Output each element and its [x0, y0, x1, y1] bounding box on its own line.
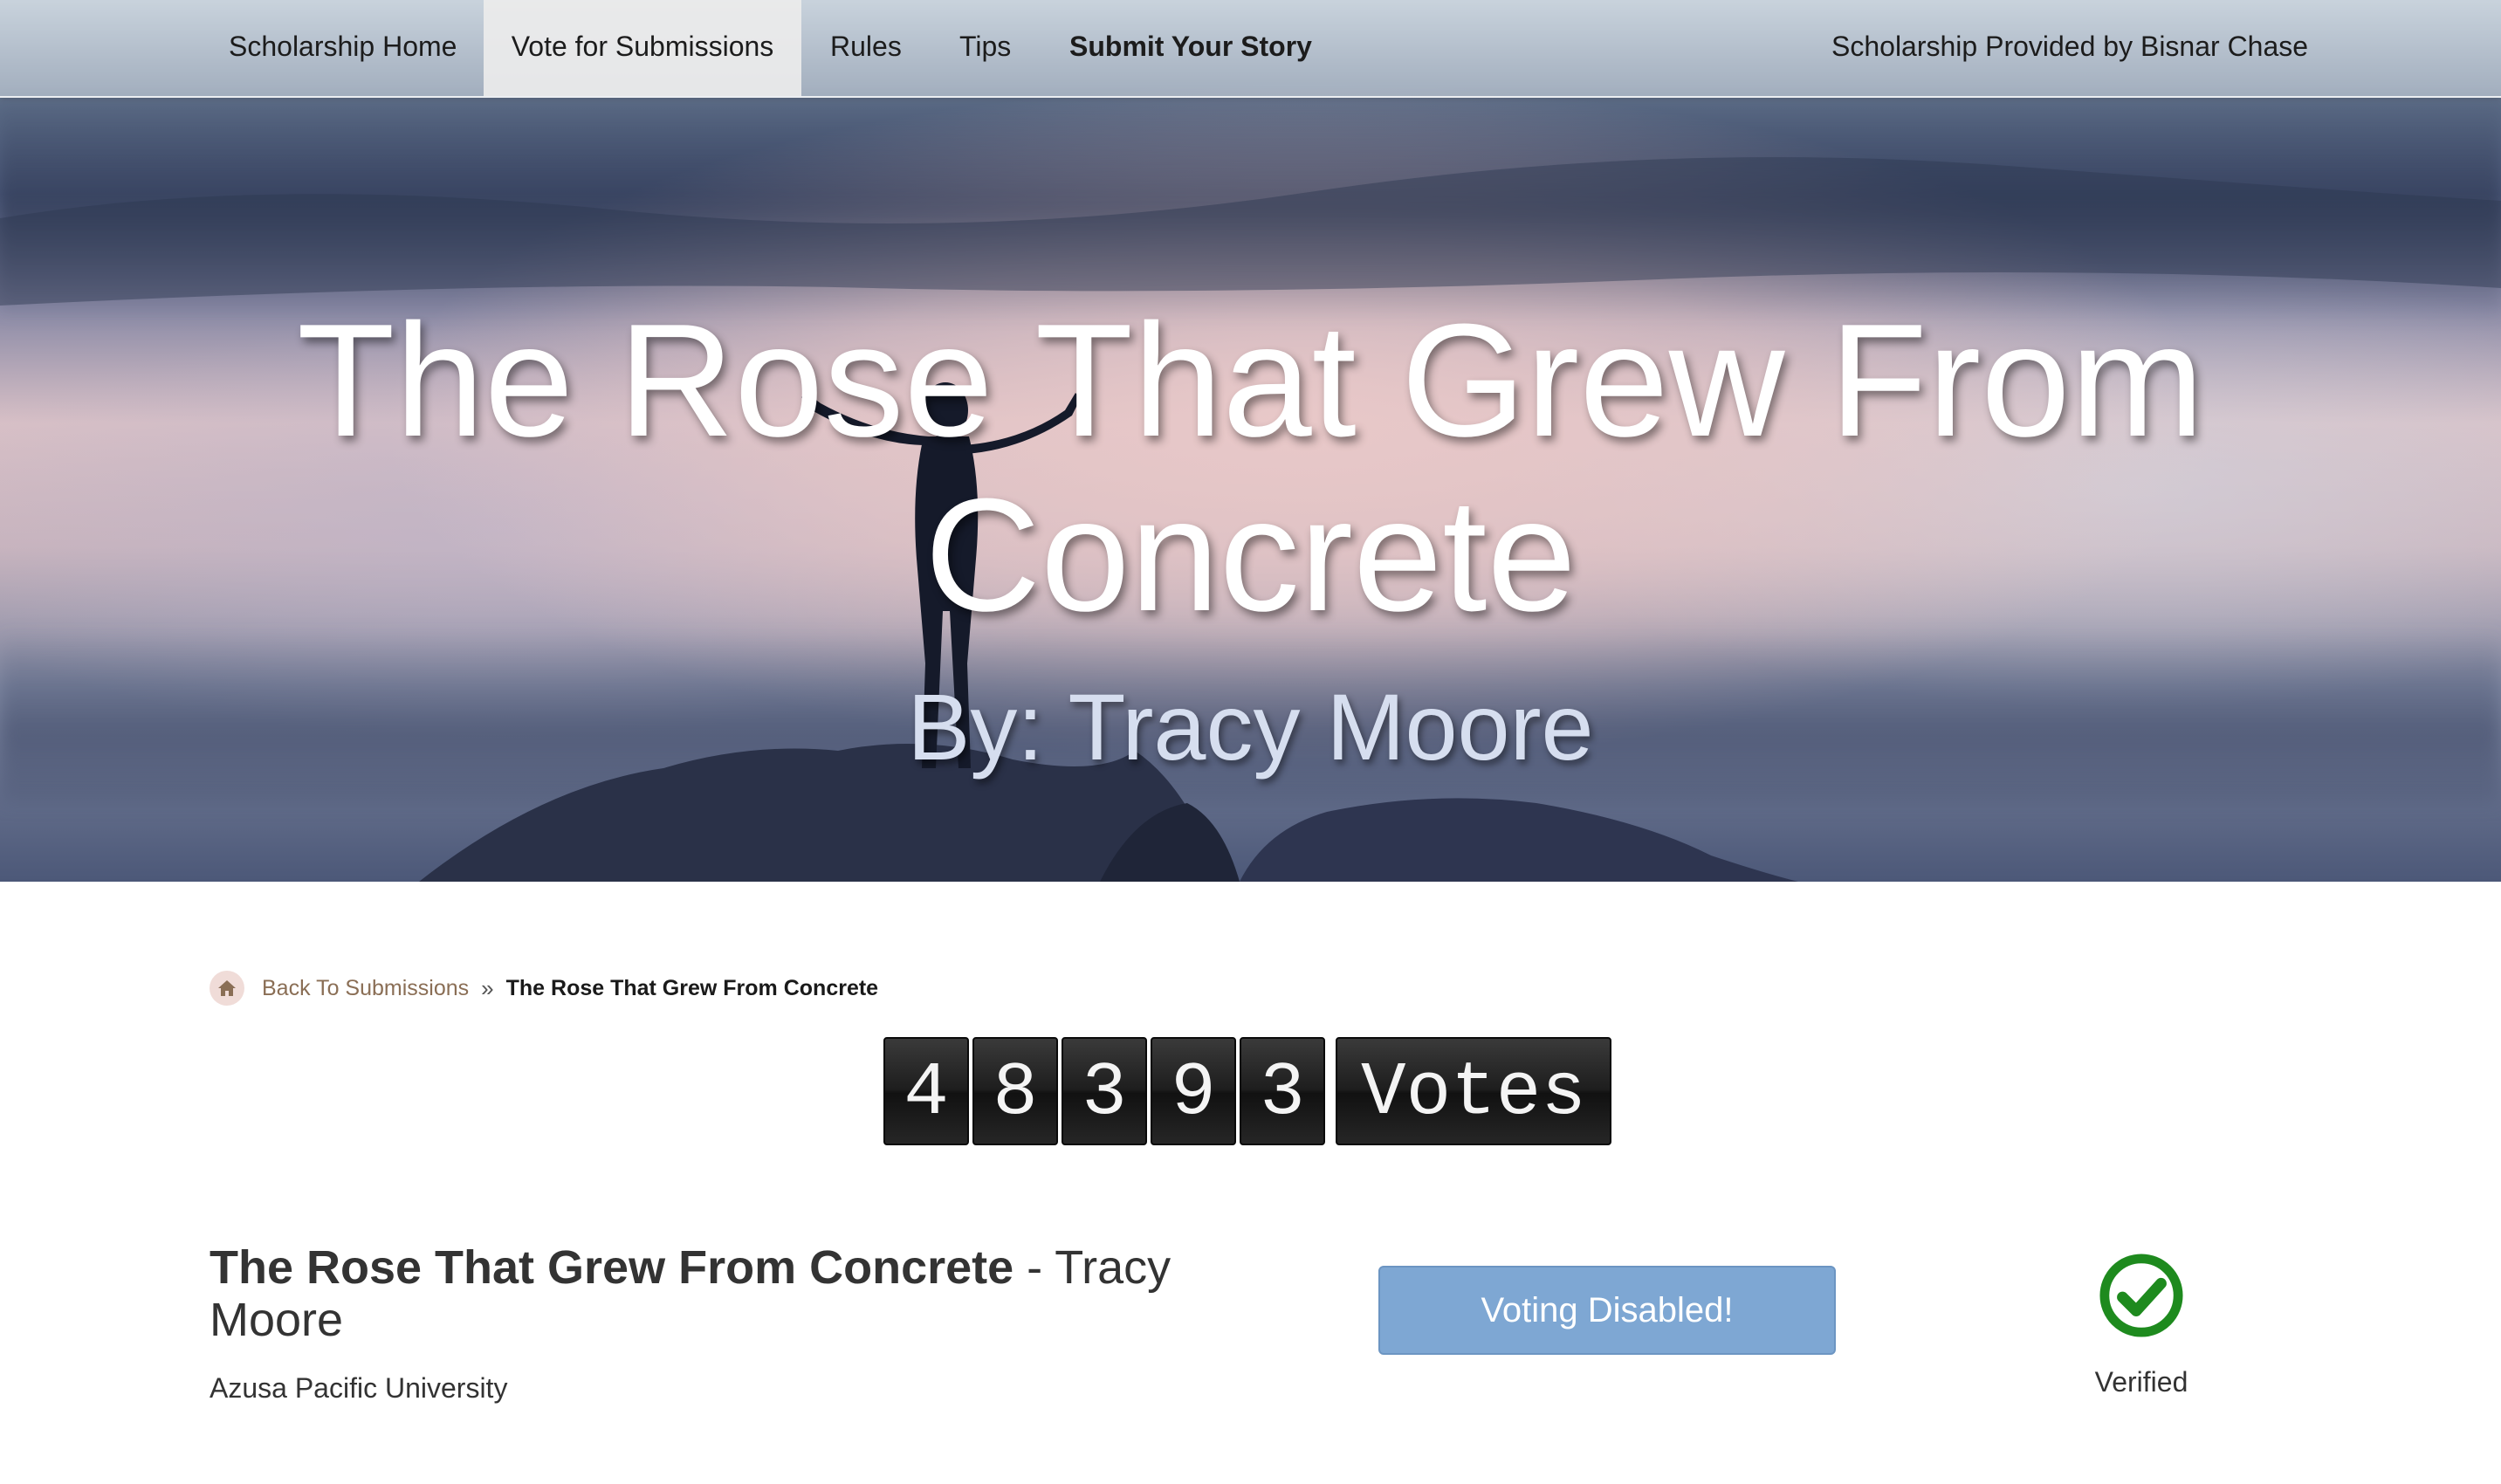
nav-scholarship-home[interactable]: Scholarship Home — [199, 0, 486, 96]
breadcrumb: Back To Submissions » The Rose That Grew… — [210, 969, 878, 1007]
top-navigation-bar: Scholarship Home Vote for Submissions Ru… — [0, 0, 2501, 98]
submission-title: The Rose That Grew From Concrete — [210, 1241, 1014, 1294]
votes-label: Votes — [1336, 1037, 1611, 1145]
submission-separator: - — [1013, 1241, 1055, 1294]
check-circle-icon — [2099, 1254, 2183, 1337]
breadcrumb-current: The Rose That Grew From Concrete — [505, 975, 879, 1000]
submission-school: Azusa Pacific University — [210, 1372, 508, 1404]
hero-author: By: Tracy Moore — [907, 674, 1594, 780]
back-to-submissions-link[interactable]: Back To Submissions — [262, 976, 469, 1001]
submission-heading: The Rose That Grew From Concrete - Tracy… — [210, 1241, 1257, 1346]
vote-digit: 4 — [883, 1037, 969, 1145]
vote-counter: 4 8 3 9 3 Votes — [883, 1037, 1611, 1147]
hero-title: The Rose That Grew From Concrete — [297, 290, 2204, 644]
voting-disabled-button[interactable]: Voting Disabled! — [1378, 1266, 1836, 1355]
nav-submit-your-story[interactable]: Submit Your Story — [1040, 0, 1342, 96]
vote-digit: 9 — [1151, 1037, 1236, 1145]
nav-rules[interactable]: Rules — [800, 0, 931, 96]
nav-sponsor-link[interactable]: Scholarship Provided by Bisnar Chase — [1802, 0, 2338, 96]
vote-digit: 8 — [972, 1037, 1058, 1145]
vote-digit: 3 — [1062, 1037, 1147, 1145]
nav-tips[interactable]: Tips — [930, 0, 1041, 96]
vote-digit: 3 — [1240, 1037, 1325, 1145]
breadcrumb-separator: » — [481, 974, 494, 1001]
verified-label: Verified — [2094, 1366, 2188, 1398]
nav-vote-for-submissions[interactable]: Vote for Submissions — [484, 0, 801, 96]
home-icon[interactable] — [210, 971, 244, 1006]
